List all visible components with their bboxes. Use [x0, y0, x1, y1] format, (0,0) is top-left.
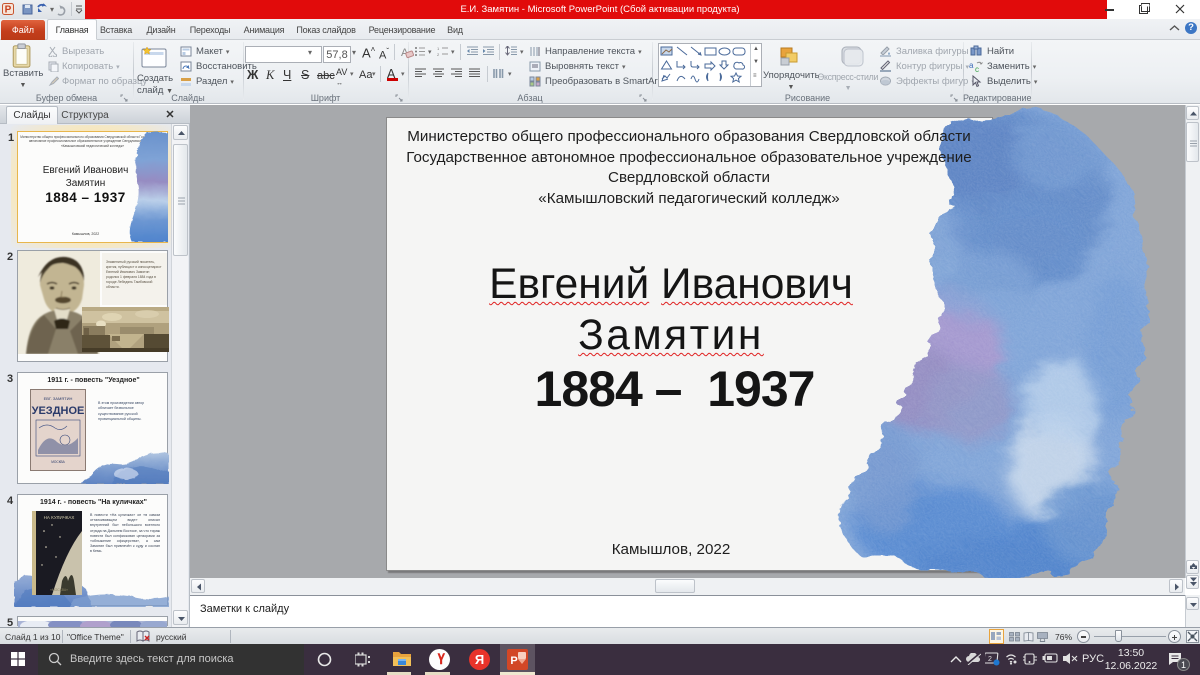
svg-text:2: 2: [437, 52, 440, 57]
svg-text:«МОСКВА»: «МОСКВА»: [50, 588, 68, 592]
svg-text:P: P: [510, 655, 517, 667]
svg-text:1: 1: [437, 46, 440, 51]
svg-text:P: P: [5, 5, 12, 16]
svg-text:▾: ▾: [50, 5, 54, 14]
svg-text:a: a: [969, 61, 974, 70]
svg-text:УЕЗДНОЕ: УЕЗДНОЕ: [32, 405, 85, 417]
svg-text:МОСКВА: МОСКВА: [51, 460, 65, 464]
svg-text:c: c: [975, 65, 979, 73]
svg-text:ЕВГ. ЗАМЯТИН: ЕВГ. ЗАМЯТИН: [44, 396, 73, 401]
svg-text:2: 2: [988, 656, 992, 663]
svg-text:НА КУЛИЧКАХ: НА КУЛИЧКАХ: [44, 515, 75, 520]
